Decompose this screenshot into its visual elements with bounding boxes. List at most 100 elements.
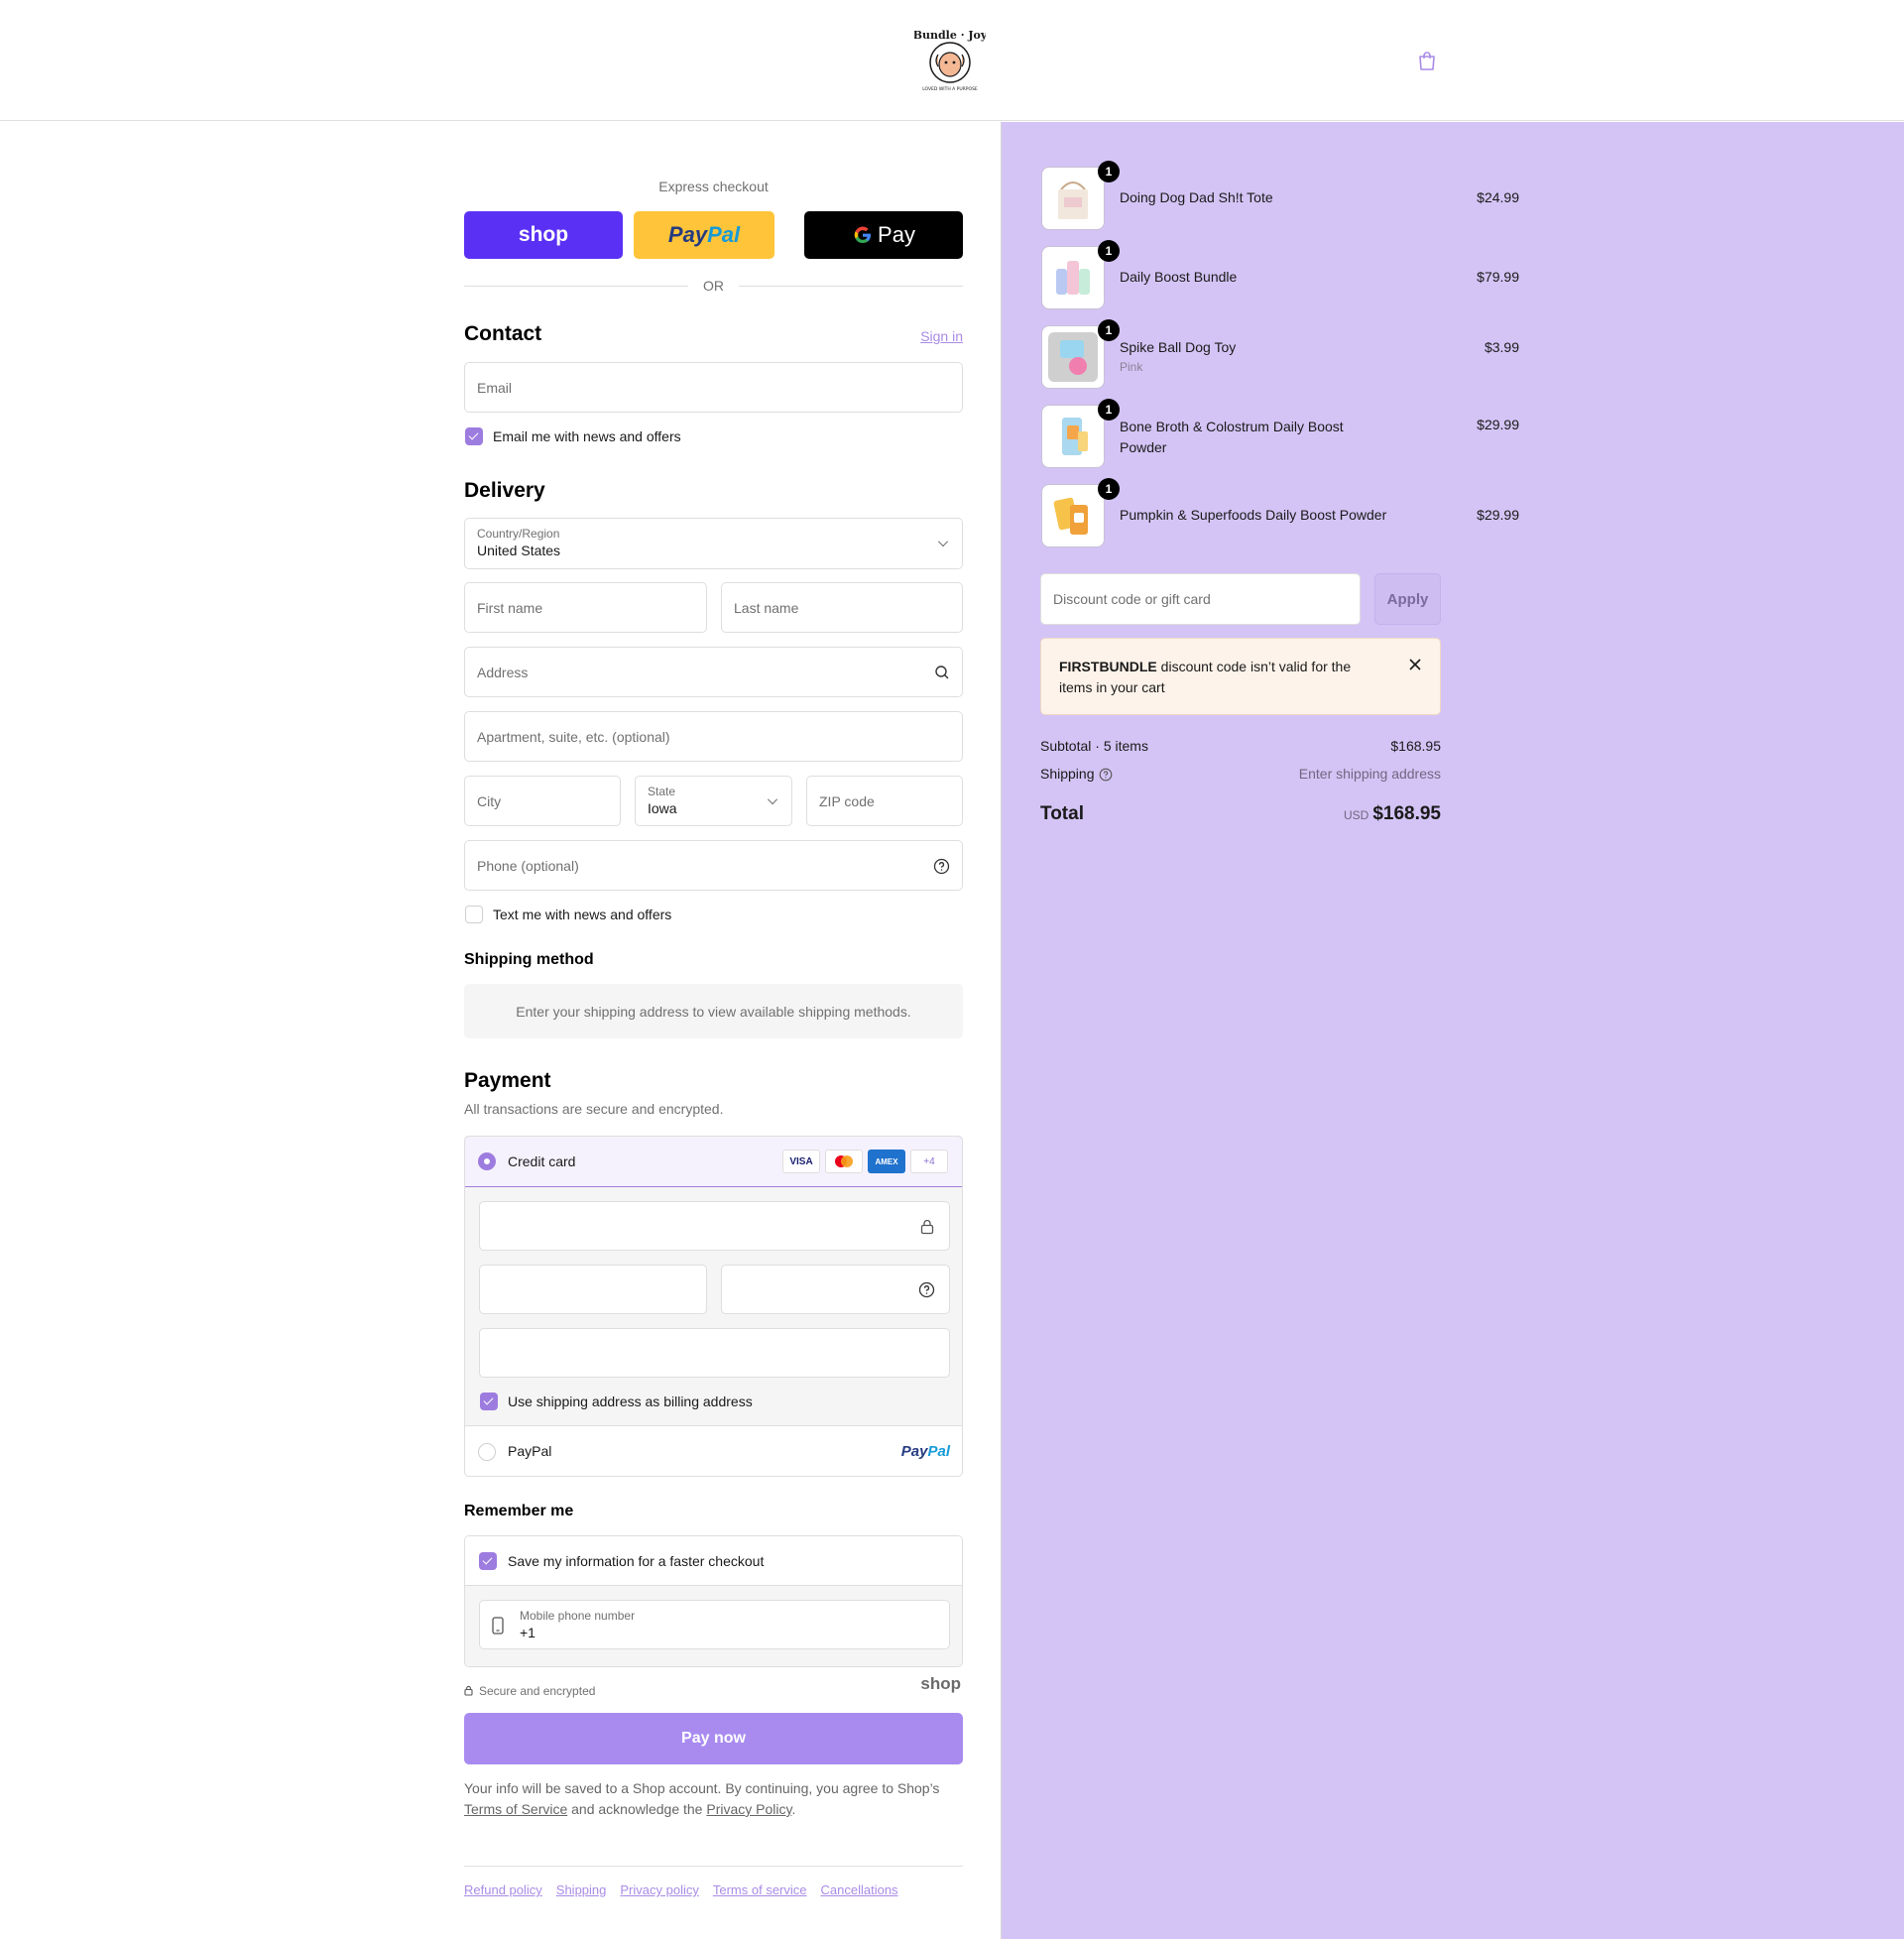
google-pay-label: Pay bbox=[878, 222, 915, 247]
save-info-label: Save my information for a faster checkou… bbox=[508, 1553, 765, 1569]
apply-label: Apply bbox=[1386, 590, 1429, 608]
shop-pay-button[interactable]: shop bbox=[464, 211, 623, 259]
total-value: $168.95 bbox=[1372, 803, 1441, 824]
lock-icon bbox=[464, 1685, 473, 1696]
shipping-link[interactable]: Shipping bbox=[556, 1882, 607, 1897]
google-pay-button[interactable]: Pay bbox=[804, 211, 963, 259]
product-thumbnail bbox=[1041, 484, 1105, 547]
address-placeholder: Address bbox=[477, 664, 529, 680]
save-info-checkbox[interactable] bbox=[479, 1552, 497, 1570]
mobile-phone-label: Mobile phone number bbox=[520, 1609, 636, 1623]
item-variant: Pink bbox=[1120, 360, 1143, 374]
total-amount: USD $168.95 bbox=[1243, 803, 1441, 825]
item-name: Daily Boost Bundle bbox=[1120, 269, 1238, 285]
email-news-checkbox[interactable] bbox=[465, 427, 483, 445]
phone-placeholder: Phone (optional) bbox=[477, 857, 579, 874]
or-divider-label: OR bbox=[703, 278, 724, 294]
svg-text:LOVED WITH A PURPOSE: LOVED WITH A PURPOSE bbox=[922, 86, 978, 92]
last-name-field[interactable]: Last name bbox=[721, 582, 963, 633]
help-circle-icon[interactable] bbox=[918, 1281, 935, 1298]
billing-address-checkbox[interactable] bbox=[480, 1393, 498, 1410]
privacy-policy-link[interactable]: Privacy policy bbox=[620, 1882, 698, 1897]
first-name-field[interactable]: First name bbox=[464, 582, 707, 633]
amex-icon: AMEX bbox=[868, 1150, 905, 1173]
item-name: Doing Dog Dad Sh!t Tote bbox=[1120, 189, 1273, 205]
quantity-badge: 1 bbox=[1098, 240, 1120, 262]
state-value: Iowa bbox=[648, 800, 677, 816]
discount-code-field[interactable]: Discount code or gift card bbox=[1040, 573, 1361, 625]
country-select[interactable]: Country/Region United States bbox=[464, 518, 963, 569]
phone-field[interactable]: Phone (optional) bbox=[464, 840, 963, 891]
refund-policy-link[interactable]: Refund policy bbox=[464, 1882, 542, 1897]
card-expiry-field[interactable] bbox=[479, 1265, 707, 1314]
help-circle-icon[interactable] bbox=[933, 858, 950, 875]
legal-text: Your info will be saved to a Shop accoun… bbox=[464, 1780, 940, 1817]
bundle-of-joy-logo[interactable]: Bundle · Joy LOVED WITH A PURPOSE bbox=[914, 25, 986, 96]
paypal-logo-pal: Pal bbox=[707, 222, 741, 247]
discount-error-banner: FIRSTBUNDLE discount code isn’t valid fo… bbox=[1040, 638, 1441, 715]
state-select[interactable]: State Iowa bbox=[635, 776, 792, 826]
mobile-phone-field[interactable]: Mobile phone number +1 bbox=[479, 1600, 950, 1649]
chevron-down-icon bbox=[768, 793, 777, 804]
credit-card-option[interactable]: Credit card VISA AMEX +4 bbox=[465, 1137, 962, 1187]
item-name: Pumpkin & Superfoods Daily Boost Powder bbox=[1120, 507, 1387, 523]
credit-card-label: Credit card bbox=[508, 1153, 576, 1169]
paypal-button[interactable]: Pay Pal bbox=[634, 211, 774, 259]
contact-heading: Contact bbox=[464, 322, 542, 345]
city-field[interactable]: City bbox=[464, 776, 621, 826]
save-info-row[interactable]: Save my information for a faster checkou… bbox=[465, 1536, 962, 1586]
divider-right bbox=[739, 286, 963, 287]
cancellations-link[interactable]: Cancellations bbox=[821, 1882, 898, 1897]
quantity-badge: 1 bbox=[1098, 478, 1120, 500]
card-cvv-field[interactable] bbox=[721, 1265, 950, 1314]
remember-me-heading: Remember me bbox=[464, 1503, 574, 1519]
spike-ball-toy-image bbox=[1048, 332, 1098, 382]
address-field[interactable]: Address bbox=[464, 647, 963, 697]
email-news-label: Email me with news and offers bbox=[493, 428, 681, 444]
total-label: Total bbox=[1040, 803, 1084, 824]
apply-discount-button[interactable]: Apply bbox=[1374, 573, 1441, 625]
discount-code: FIRSTBUNDLE bbox=[1059, 659, 1157, 674]
privacy-policy-link[interactable]: Privacy Policy bbox=[706, 1801, 791, 1817]
more-cards-badge: +4 bbox=[910, 1150, 948, 1173]
checkout-form: Express checkout shop Pay Pal Pay OR Cont… bbox=[0, 122, 1001, 1939]
subtotal-label: Subtotal · 5 items bbox=[1040, 738, 1148, 754]
close-icon[interactable] bbox=[1408, 658, 1422, 671]
delivery-heading: Delivery bbox=[464, 479, 545, 502]
apartment-placeholder: Apartment, suite, etc. (optional) bbox=[477, 728, 670, 745]
zip-field[interactable]: ZIP code bbox=[806, 776, 963, 826]
card-number-field[interactable] bbox=[479, 1201, 950, 1251]
order-summary: 1 Doing Dog Dad Sh!t Tote $24.99 1 Daily… bbox=[1001, 122, 1904, 1939]
terms-of-service-link[interactable]: Terms of Service bbox=[464, 1801, 567, 1817]
shipping-method-notice: Enter your shipping address to view avai… bbox=[464, 984, 963, 1038]
city-placeholder: City bbox=[477, 792, 502, 809]
item-price: $24.99 bbox=[1477, 189, 1519, 205]
express-checkout-title: Express checkout bbox=[658, 179, 769, 194]
product-thumbnail bbox=[1041, 405, 1105, 468]
apartment-field[interactable]: Apartment, suite, etc. (optional) bbox=[464, 711, 963, 762]
pay-now-button[interactable]: Pay now bbox=[464, 1713, 963, 1764]
card-name-field[interactable] bbox=[479, 1328, 950, 1378]
shop-logo: shop bbox=[518, 223, 569, 246]
paypal-option[interactable]: PayPal PayPal bbox=[465, 1426, 962, 1476]
item-name: Spike Ball Dog Toy bbox=[1120, 339, 1237, 355]
email-field[interactable]: Email bbox=[464, 362, 963, 413]
mastercard-icon bbox=[825, 1150, 863, 1173]
terms-of-service-link[interactable]: Terms of service bbox=[713, 1882, 807, 1897]
sign-in-link[interactable]: Sign in bbox=[892, 328, 963, 344]
country-label: Country/Region bbox=[477, 527, 560, 541]
last-name-placeholder: Last name bbox=[734, 599, 799, 616]
credit-card-radio[interactable] bbox=[478, 1152, 496, 1170]
billing-address-label: Use shipping address as billing address bbox=[508, 1394, 753, 1409]
help-circle-icon[interactable] bbox=[1099, 768, 1113, 782]
shopping-bag-icon[interactable] bbox=[1416, 50, 1438, 71]
first-name-placeholder: First name bbox=[477, 599, 543, 616]
paypal-radio[interactable] bbox=[478, 1443, 496, 1461]
visa-icon: VISA bbox=[782, 1150, 820, 1173]
currency-code: USD bbox=[1343, 808, 1369, 822]
quantity-badge: 1 bbox=[1098, 161, 1120, 182]
text-news-checkbox[interactable] bbox=[465, 906, 483, 923]
paypal-option-label: PayPal bbox=[508, 1443, 552, 1459]
item-price: $29.99 bbox=[1477, 417, 1519, 432]
pumpkin-powder-image bbox=[1053, 497, 1088, 535]
